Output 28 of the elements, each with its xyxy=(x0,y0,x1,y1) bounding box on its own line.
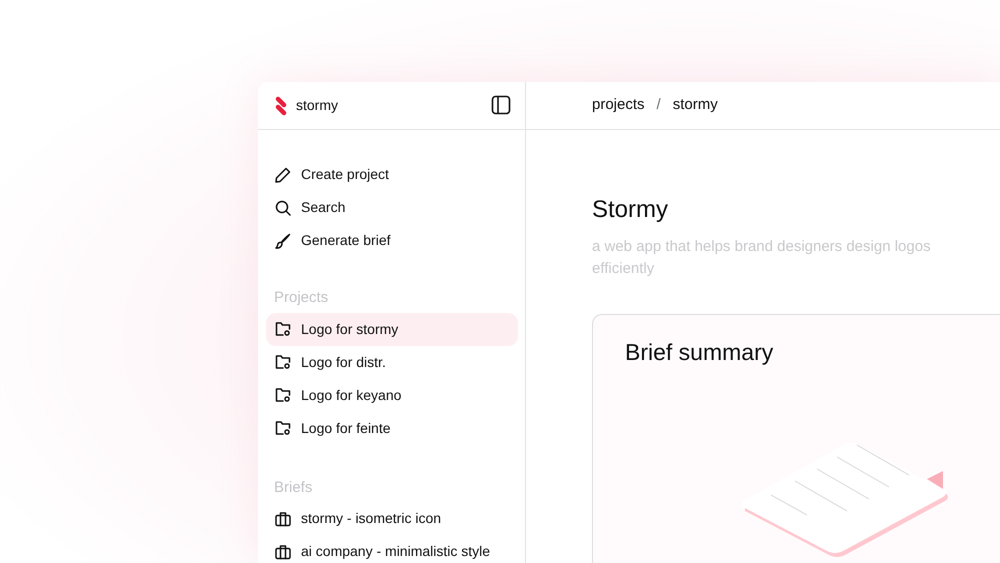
pencil-icon xyxy=(274,166,292,184)
nav-item[interactable]: Generate brief xyxy=(266,224,518,257)
brand-name: stormy xyxy=(296,96,338,115)
card-title: Brief summary xyxy=(625,338,774,367)
breadcrumb-link[interactable]: projects xyxy=(592,94,645,117)
brush-icon xyxy=(274,232,292,250)
breadcrumb-separator: / xyxy=(656,95,662,116)
briefcase-icon xyxy=(274,510,292,528)
project-item[interactable]: Logo for feinte xyxy=(266,412,518,444)
section-heading: Briefs xyxy=(273,478,314,498)
briefcase-icon xyxy=(274,542,292,560)
project-item[interactable]: Logo for distr. xyxy=(266,346,518,378)
logo-icon xyxy=(274,96,288,116)
breadcrumb-link[interactable]: stormy xyxy=(672,94,718,117)
brief-item[interactable]: ai company - minimalistic style xyxy=(266,535,518,563)
project-item[interactable]: Logo for stormy xyxy=(266,312,518,346)
nav-item[interactable]: Create project xyxy=(266,158,518,191)
folder-icon xyxy=(274,353,292,371)
folder-icon xyxy=(274,320,292,338)
folder-icon xyxy=(274,419,292,437)
nav-item[interactable]: Search xyxy=(266,191,518,224)
project-title: Stormy xyxy=(592,195,670,225)
brief-item[interactable]: stormy - isometric icon xyxy=(266,502,518,535)
project-item[interactable]: Logo for keyano xyxy=(266,378,518,412)
section-heading: Projects xyxy=(273,288,330,308)
search-icon xyxy=(274,198,292,216)
folder-icon xyxy=(274,386,292,404)
sidebar-toggle-icon[interactable] xyxy=(491,94,511,118)
